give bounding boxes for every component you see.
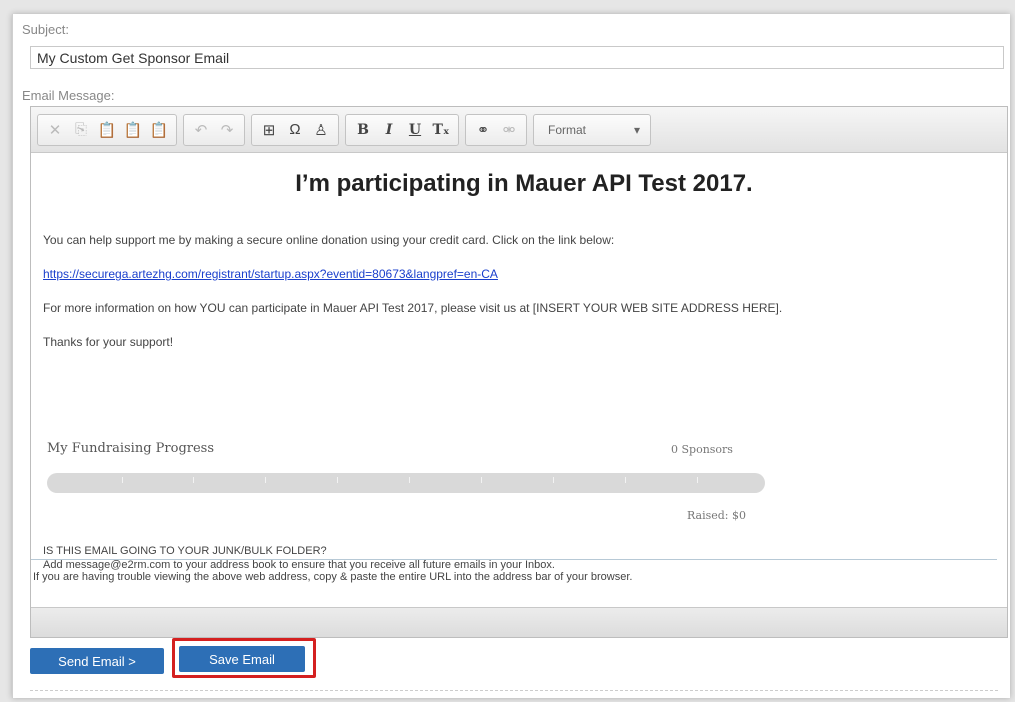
trouble-text: If you are having trouble viewing the ab… bbox=[33, 571, 633, 583]
link-icon[interactable]: ⚭ bbox=[470, 117, 496, 143]
format-label: Format bbox=[548, 122, 587, 137]
format-dropdown[interactable]: Format ▾ bbox=[533, 113, 651, 146]
progress-tick bbox=[409, 477, 410, 483]
special-char-icon[interactable]: Ω bbox=[282, 117, 308, 143]
progress-tick bbox=[625, 477, 626, 483]
paste-icon[interactable]: 📋 bbox=[94, 117, 120, 143]
progress-tick bbox=[193, 477, 194, 483]
underline-icon[interactable]: U bbox=[402, 117, 428, 143]
bold-icon[interactable]: B bbox=[350, 117, 376, 143]
bottom-divider bbox=[30, 690, 998, 691]
progress-tick bbox=[697, 477, 698, 483]
progress-title: My Fundraising Progress bbox=[47, 441, 215, 456]
table-icon[interactable]: ⊞ bbox=[256, 117, 282, 143]
rich-text-editor[interactable]: ✕ ⎘ 📋 📋 📋 ↶ ↷ ⊞ Ω ♙ B I U Tₓ ⚭ ⚮ Format ▾ I’m participati… bbox=[30, 106, 1008, 638]
junk-text: Add message@e2rm.com to your address boo… bbox=[43, 559, 555, 571]
remove-format-icon[interactable]: Tₓ bbox=[428, 117, 454, 143]
raised-amount: Raised: $0 bbox=[687, 509, 747, 522]
toolbar-group: B I U Tₓ bbox=[345, 113, 459, 146]
toolbar-group: ⚭ ⚮ bbox=[465, 113, 527, 146]
user-icon[interactable]: ♙ bbox=[308, 117, 334, 143]
toolbar-group: ↶ ↷ bbox=[183, 113, 245, 146]
toolbar-group: ⊞ Ω ♙ bbox=[251, 113, 339, 146]
chevron-down-icon: ▾ bbox=[633, 122, 640, 137]
progress-tick bbox=[553, 477, 554, 483]
copy-icon[interactable]: ⎘ bbox=[68, 117, 94, 143]
more-info-text: For more information on how YOU can part… bbox=[43, 301, 783, 315]
cut-icon[interactable]: ✕ bbox=[42, 117, 68, 143]
italic-icon[interactable]: I bbox=[376, 117, 402, 143]
undo-icon[interactable]: ↶ bbox=[188, 117, 214, 143]
editor-toolbar: ✕ ⎘ 📋 📋 📋 ↶ ↷ ⊞ Ω ♙ B I U Tₓ ⚭ ⚮ Format ▾ bbox=[31, 107, 1007, 153]
unlink-icon[interactable]: ⚮ bbox=[496, 117, 522, 143]
progress-tick bbox=[337, 477, 338, 483]
paste-word-icon[interactable]: 📋 bbox=[146, 117, 172, 143]
send-email-button[interactable]: Send Email > bbox=[30, 648, 164, 674]
progress-tick bbox=[265, 477, 266, 483]
email-headline: I’m participating in Mauer API Test 2017… bbox=[295, 170, 753, 197]
paste-text-icon[interactable]: 📋 bbox=[120, 117, 146, 143]
intro-text: You can help support me by making a secu… bbox=[43, 233, 615, 247]
junk-heading: IS THIS EMAIL GOING TO YOUR JUNK/BULK FO… bbox=[43, 545, 327, 557]
redo-icon[interactable]: ↷ bbox=[214, 117, 240, 143]
toolbar-group: ✕ ⎘ 📋 📋 📋 bbox=[37, 113, 177, 146]
editor-content[interactable]: I’m participating in Mauer API Test 2017… bbox=[31, 167, 1007, 607]
format-select[interactable]: Format ▾ bbox=[538, 118, 646, 142]
donation-link[interactable]: https://securega.artezhg.com/registrant/… bbox=[43, 267, 498, 281]
subject-input[interactable] bbox=[30, 46, 1004, 69]
editor-status-bar bbox=[31, 607, 1007, 637]
progress-tick bbox=[481, 477, 482, 483]
email-message-label: Email Message: bbox=[22, 88, 115, 103]
subject-label: Subject: bbox=[22, 22, 69, 37]
progress-tick bbox=[122, 477, 123, 483]
fundraising-progress-bar bbox=[47, 473, 765, 493]
thanks-text: Thanks for your support! bbox=[43, 335, 174, 349]
sponsor-count: 0 Sponsors bbox=[671, 443, 733, 456]
save-email-button[interactable]: Save Email bbox=[179, 646, 305, 672]
